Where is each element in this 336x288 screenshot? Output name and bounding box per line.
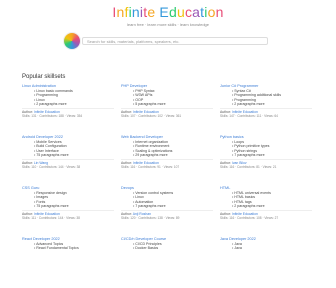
- author-link[interactable]: Infinite Education: [232, 110, 258, 114]
- skill-topic-item: 7 paragraphs more: [133, 204, 213, 209]
- skill-card-stats: Skills: 111 · Contributors: 144 · Views:…: [22, 216, 80, 220]
- skill-card-stats: Skills: 116 · Contributors: 108 · Views:…: [220, 216, 279, 220]
- divider: [121, 107, 213, 109]
- header: Infinite Education learn free · learn mo…: [0, 0, 336, 74]
- skill-topic-item: 29 paragraphs more: [133, 153, 213, 158]
- author-label: Author:: [220, 160, 232, 165]
- skill-card[interactable]: Java Developer 2022JavaJava: [220, 237, 312, 285]
- author-link[interactable]: Infinite Education: [133, 161, 159, 165]
- author-link[interactable]: Infinite Education: [34, 110, 60, 114]
- skill-topic-item: Java: [232, 246, 312, 251]
- section-title: Popular skillsets: [22, 74, 66, 80]
- skill-card[interactable]: Web Backend DeveloperInternet organizati…: [121, 135, 213, 183]
- skill-card[interactable]: Linux AdministrationLinux basic commands…: [22, 84, 114, 132]
- logo-color-wheel-icon[interactable]: [64, 33, 80, 49]
- skill-topic-list: Advanced TopicsReact Fundamental Topics: [22, 242, 114, 251]
- author-link[interactable]: Ivan Bilov: [232, 161, 247, 165]
- skill-card-stats: Skills: 107 · Contributors: 102 · Views:…: [121, 114, 182, 118]
- site-title-letter: a: [192, 4, 201, 20]
- skill-topic-item: Docker Basics: [133, 246, 213, 251]
- skill-topic-item: 75 paragraphs more: [34, 153, 114, 158]
- column-3: Junior C# ProgrammerSyntax C#Programming…: [220, 84, 312, 288]
- site-title-letter: d: [168, 4, 177, 20]
- skill-topic-list: Mobile ServicesBuild ConfigurationUser I…: [22, 140, 114, 158]
- author-label: Author:: [121, 160, 133, 165]
- author-label: Author:: [220, 211, 232, 216]
- skill-topic-list: LoopsPython primitive typesPython string…: [220, 140, 312, 158]
- column-1: Linux AdministrationLinux basic commands…: [22, 84, 114, 288]
- skill-card[interactable]: PHP DeveloperPHP SyntaxW3W APIsOOP5 para…: [121, 84, 213, 132]
- author-link[interactable]: Infinite Education: [34, 212, 60, 216]
- author-label: Author:: [22, 109, 34, 114]
- skill-topic-item: 5 paragraphs more: [133, 102, 213, 107]
- divider: [22, 107, 114, 109]
- site-title-letter: u: [176, 4, 185, 20]
- author-link[interactable]: Infinite Education: [133, 110, 159, 114]
- skill-topic-list: Responsive designImagesFonts75 paragraph…: [22, 191, 114, 209]
- skill-card[interactable]: Python basicsLoopsPython primitive types…: [220, 135, 312, 183]
- skill-topic-item: 2 paragraphs more: [34, 102, 114, 107]
- author-label: Author:: [22, 211, 34, 216]
- site-title-letter: E: [159, 4, 169, 20]
- skill-topic-list: Syntax C#Programming additional skillsPr…: [220, 89, 312, 107]
- divider: [220, 158, 312, 160]
- author-label: Author:: [121, 211, 133, 216]
- column-2: PHP DeveloperPHP SyntaxW3W APIsOOP5 para…: [121, 84, 213, 288]
- site-title-letter: o: [207, 4, 216, 20]
- author-link[interactable]: Lin Wang: [34, 161, 48, 165]
- site-title-letter: n: [116, 4, 125, 20]
- site-title-letter: n: [215, 4, 224, 20]
- skill-card-stats: Skills: 116 · Contributors: 91 · Views: …: [121, 165, 180, 169]
- skill-card[interactable]: DevopsVersion control systemsLinuxAutoma…: [121, 186, 213, 234]
- skill-card-stats: Skills: 110 · Contributors: 144 · Views:…: [22, 165, 81, 169]
- skill-card[interactable]: Android Developer 2022Mobile ServicesBui…: [22, 135, 114, 183]
- divider: [220, 209, 312, 211]
- skill-topic-item: 2 paragraphs more: [232, 102, 312, 107]
- author-link[interactable]: Infinite Education: [232, 212, 258, 216]
- skill-card[interactable]: Junior C# ProgrammerSyntax C#Programming…: [220, 84, 312, 132]
- site-title-letter: n: [131, 4, 140, 20]
- skill-topic-list: Internet organizationRuntime environment…: [121, 140, 213, 158]
- skill-topic-list: HTML universal eventsHTML basicsHTML tag…: [220, 191, 312, 209]
- skill-card-stats: Skills: 131 · Contributors: 188 · Views:…: [22, 114, 83, 118]
- skill-card-stats: Skills: 147 · Contributors: 111 · Views:…: [220, 114, 278, 118]
- skill-topic-list: Linux basic commandsProgrammingLinux2 pa…: [22, 89, 114, 107]
- skill-topic-item: 75 paragraphs more: [34, 204, 114, 209]
- author-label: Author:: [220, 109, 232, 114]
- skill-card[interactable]: HTMLHTML universal eventsHTML basicsHTML…: [220, 186, 312, 234]
- skill-topic-list: PHP SyntaxW3W APIsOOP5 paragraphs more: [121, 89, 213, 107]
- skill-topic-item: React Fundamental Topics: [34, 246, 114, 251]
- skill-topic-item: 7 paragraphs more: [232, 153, 312, 158]
- divider: [22, 158, 114, 160]
- skill-topic-list: JavaJava: [220, 242, 312, 251]
- skill-topic-list: Version control systemsLinuxAutomation7 …: [121, 191, 213, 209]
- divider: [220, 107, 312, 109]
- skill-card[interactable]: CI/CD/n Developer CourseCI/CD Principles…: [121, 237, 213, 285]
- skill-card-stats: Skills: 116 · Contributors: 81 · Views: …: [220, 165, 277, 169]
- author-link[interactable]: Anji Roshan: [133, 212, 151, 216]
- divider: [121, 209, 213, 211]
- skill-topic-item: 2 paragraphs more: [232, 204, 312, 209]
- skill-card[interactable]: CSS GuruResponsive designImagesFonts75 p…: [22, 186, 114, 234]
- site-title[interactable]: Infinite Education: [0, 4, 336, 20]
- tagline: learn free · learn more skills · learn k…: [126, 22, 210, 27]
- search-input[interactable]: Search for skills, materials, platforms,…: [82, 37, 268, 45]
- skill-card-stats: Skills: 120 · Contributors: 138 · Views:…: [121, 216, 180, 220]
- skill-topic-list: CI/CD PrinciplesDocker Basics: [121, 242, 213, 251]
- divider: [22, 209, 114, 211]
- author-label: Author:: [121, 109, 133, 114]
- skill-card[interactable]: React Developer 2022Advanced TopicsReact…: [22, 237, 114, 285]
- divider: [121, 158, 213, 160]
- author-label: Author:: [22, 160, 34, 165]
